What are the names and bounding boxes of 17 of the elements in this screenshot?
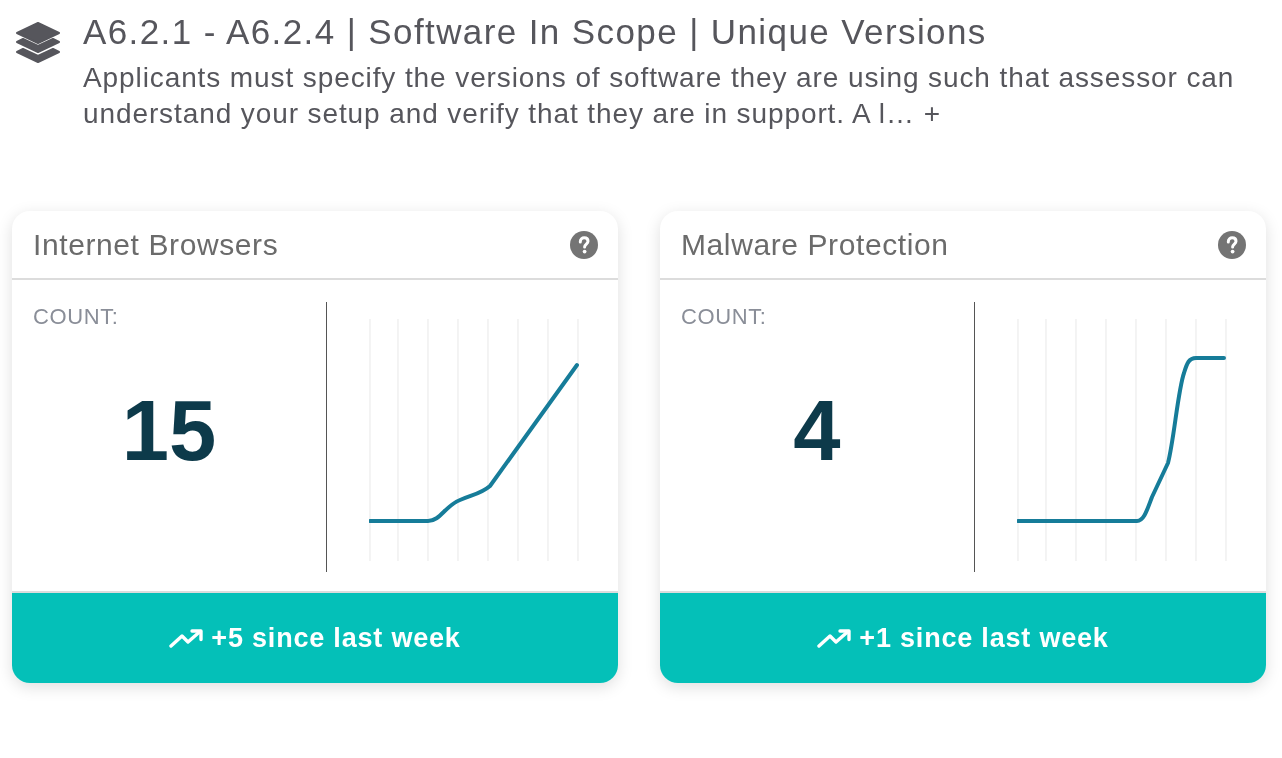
count-value: 4	[793, 388, 841, 473]
count-value: 15	[121, 388, 217, 473]
trend-up-icon	[817, 628, 852, 648]
trend-text: +1 since last week	[859, 622, 1109, 654]
trend-text: +5 since last week	[211, 622, 461, 654]
expand-button[interactable]: +	[923, 96, 942, 132]
count-label: COUNT:	[33, 304, 119, 330]
card-title: Internet Browsers	[33, 227, 279, 262]
trend-up-icon	[169, 628, 204, 648]
page-title: A6.2.1 - A6.2.4 | Software In Scope | Unique Versions	[83, 12, 988, 52]
layers-icon	[15, 21, 61, 65]
card-title: Malware Protection	[681, 227, 949, 262]
help-icon[interactable]	[570, 230, 598, 259]
description-text: Applicants must specify the versions of software they are using such that assessor can	[83, 61, 1235, 95]
help-icon[interactable]	[1218, 230, 1246, 259]
description-text: understand your setup and verify that they are in support. A l…	[83, 97, 915, 131]
count-label: COUNT:	[681, 304, 767, 330]
